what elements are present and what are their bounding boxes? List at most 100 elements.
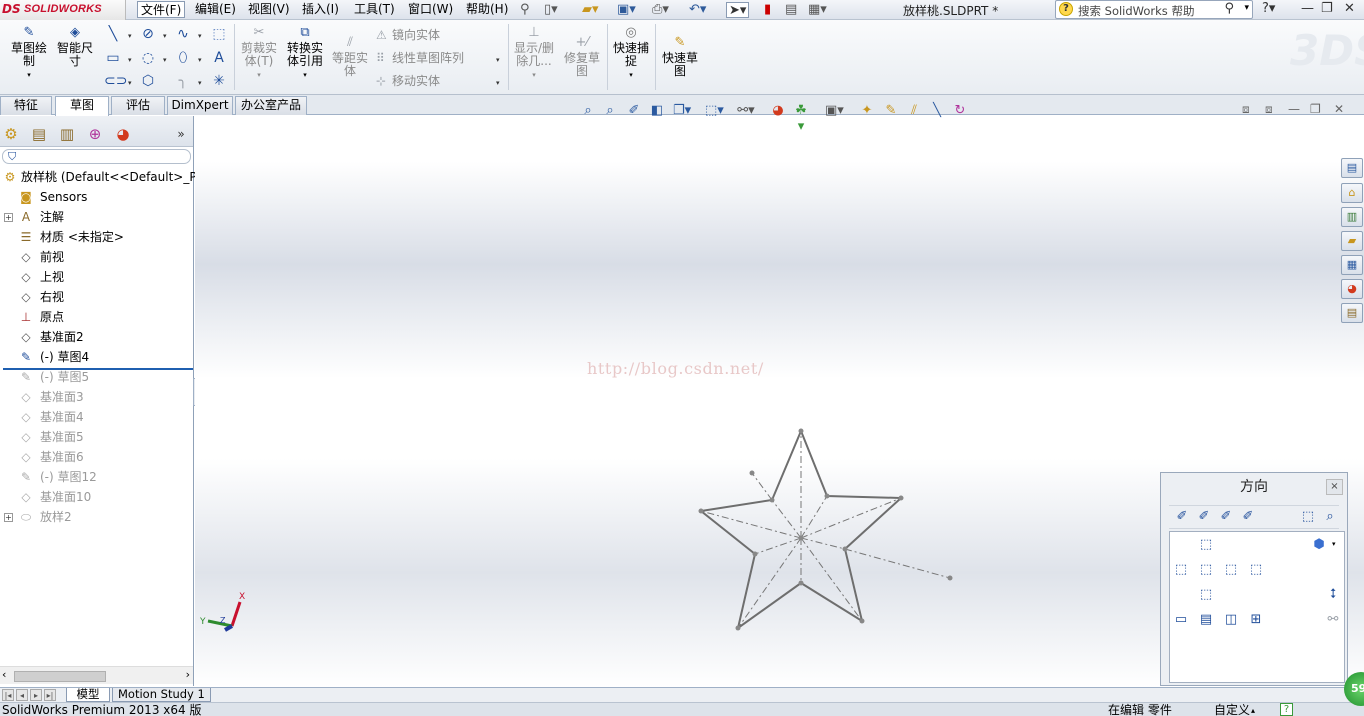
configuration-manager-tab-icon[interactable]: ▥ xyxy=(56,122,78,144)
units-custom[interactable]: 自定义 xyxy=(1214,703,1250,716)
display-delete-relations-button[interactable]: ⊥ 显示/删 除几... ▾ xyxy=(512,26,556,82)
slot-icon[interactable]: ⊂⊃ xyxy=(104,72,127,90)
pin-icon[interactable]: ⚲ xyxy=(520,2,530,18)
linear-pattern-button[interactable]: ⠿ 线性草图阵列 xyxy=(376,50,464,66)
repair-sketch-button[interactable]: +⁄ 修复草 图 xyxy=(561,36,603,78)
chevron-down-icon[interactable]: ▾ xyxy=(198,32,202,40)
update-standard-views-icon[interactable]: ✐ xyxy=(1217,508,1235,526)
menu-view[interactable]: 视图(V) xyxy=(245,1,293,18)
chevron-down-icon[interactable]: ▾ xyxy=(163,56,167,64)
expand-icon[interactable]: + xyxy=(4,513,13,522)
ellipse-icon[interactable]: ⬯ xyxy=(174,49,192,67)
dimxpert-manager-tab-icon[interactable]: ⊕ xyxy=(84,122,106,144)
feature-tree-scrollbar[interactable]: ‹ › xyxy=(0,666,193,684)
rectangle-icon[interactable]: ▭ xyxy=(104,49,122,67)
back-view-icon[interactable]: ⬚ xyxy=(1247,561,1265,579)
mirror-entities-button[interactable]: ⚠ 镜向实体 xyxy=(376,27,440,43)
two-view-horizontal-icon[interactable]: ▤ xyxy=(1197,611,1215,629)
display-manager-tab-icon[interactable]: ◕ xyxy=(112,122,134,144)
close-icon[interactable]: × xyxy=(1326,479,1343,495)
doc-close-icon[interactable]: ✕ xyxy=(1334,102,1344,116)
restore-icon[interactable]: ❐ xyxy=(1321,1,1333,17)
normal-to-icon[interactable]: ⭥ xyxy=(1324,586,1342,604)
viewport-tile-vertical-icon[interactable]: ⧈ xyxy=(1265,102,1273,117)
tab-motion-study[interactable]: Motion Study 1 xyxy=(112,688,211,702)
view-palette-icon[interactable]: ▦ xyxy=(1341,255,1363,275)
chevron-up-icon[interactable]: ▴ xyxy=(1251,704,1255,716)
rapid-sketch-button[interactable]: ✎ 快速草 图 xyxy=(658,36,702,78)
chevron-down-icon[interactable]: ▾ xyxy=(1244,3,1249,13)
zoom-to-selection-icon[interactable]: ⌕ xyxy=(1321,508,1339,526)
appearances-icon[interactable]: ◕ xyxy=(1341,279,1363,299)
chevron-down-icon[interactable]: ▾ xyxy=(128,32,132,40)
view-orientation-icon[interactable]: ❐▾ xyxy=(673,103,691,119)
feature-tree-filter[interactable]: ⛉ xyxy=(2,149,191,164)
tab-office-products[interactable]: 办公室产品 xyxy=(235,96,307,115)
link-views-icon[interactable]: ⚯ xyxy=(1324,611,1342,629)
edit-appearance-icon[interactable]: ◕ xyxy=(769,103,787,119)
offset-entities-button[interactable]: ⫽ 等距实 体 xyxy=(330,36,370,78)
chevron-down-icon[interactable]: ▾ xyxy=(198,79,202,87)
chevron-down-icon[interactable]: ▾ xyxy=(512,69,556,82)
chevron-down-icon[interactable]: ▾ xyxy=(8,69,50,82)
right-view-icon[interactable]: ⬚ xyxy=(1222,561,1240,579)
move-entities-button[interactable]: ⊹ 移动实体 xyxy=(376,73,440,89)
doc-restore-icon[interactable]: ❐ xyxy=(1310,102,1321,116)
chevron-down-icon[interactable]: ▾ xyxy=(163,32,167,40)
fillet-icon[interactable]: ╮ xyxy=(174,72,192,90)
isometric-view-icon[interactable]: ⬢ xyxy=(1310,536,1328,554)
sketch-edit-icon[interactable]: ✎ xyxy=(882,103,900,119)
view-cube-icon[interactable]: ⬚ xyxy=(1299,508,1317,526)
viewport-tile-horizontal-icon[interactable]: ⧈ xyxy=(1242,102,1250,117)
left-view-icon[interactable]: ⬚ xyxy=(1172,561,1190,579)
chevron-down-icon[interactable]: ▾ xyxy=(610,69,652,82)
menu-tools[interactable]: 工具(T) xyxy=(351,1,398,18)
scroll-left-icon[interactable]: ‹ xyxy=(2,668,6,681)
display-style-icon[interactable]: ⬚▾ xyxy=(705,103,724,119)
first-tab-icon[interactable]: |◂ xyxy=(2,689,14,701)
two-view-vertical-icon[interactable]: ◫ xyxy=(1222,611,1240,629)
circle-icon[interactable]: ⊘ xyxy=(139,25,157,43)
trim-entities-button[interactable]: ✂ 剪裁实 体(T) ▾ xyxy=(238,26,280,82)
help-menu-icon[interactable]: ?▾ xyxy=(1262,1,1275,17)
hide-show-items-icon[interactable]: ⚯▾ xyxy=(737,103,755,119)
options-icon[interactable]: ▦▾ xyxy=(808,2,827,18)
arc-icon[interactable]: ◌ xyxy=(139,49,157,67)
apply-scene-icon[interactable]: ☘▾ xyxy=(792,103,810,134)
previous-view-icon[interactable]: ✐ xyxy=(625,103,643,119)
polygon-icon[interactable]: ⬡ xyxy=(139,72,157,90)
file-properties-icon[interactable]: ▤ xyxy=(785,2,797,18)
quick-snaps-button[interactable]: ◎ 快速捕 捉 ▾ xyxy=(610,26,652,82)
construction-grid-icon[interactable]: ⬚ xyxy=(210,25,228,43)
expand-tabs-icon[interactable]: » xyxy=(170,122,192,144)
doc-minimize-icon[interactable]: — xyxy=(1288,102,1300,116)
chevron-down-icon[interactable]: ▾ xyxy=(496,56,500,64)
tab-features[interactable]: 特征 xyxy=(0,96,52,115)
smart-dimension-button[interactable]: ◈ 智能尺 寸 xyxy=(54,26,96,68)
select-pointer-icon[interactable]: ➤▾ xyxy=(726,2,750,18)
chevron-down-icon[interactable]: ▾ xyxy=(198,56,202,64)
sketch-text-icon[interactable]: A xyxy=(210,49,228,67)
new-view-icon[interactable]: ✐ xyxy=(1195,508,1213,526)
tab-evaluate[interactable]: 评估 xyxy=(111,96,165,115)
undo-icon[interactable]: ↶▾ xyxy=(689,2,706,18)
expand-icon[interactable]: + xyxy=(4,213,13,222)
chevron-down-icon[interactable]: ▾ xyxy=(128,56,132,64)
chevron-down-icon[interactable]: ▾ xyxy=(238,69,280,82)
point-icon[interactable]: ✳ xyxy=(210,72,228,90)
search-icon[interactable]: ⚲ xyxy=(1224,1,1234,16)
new-document-icon[interactable]: ▯▾ xyxy=(544,2,558,18)
last-tab-icon[interactable]: ▸| xyxy=(44,689,56,701)
four-view-icon[interactable]: ⊞ xyxy=(1247,611,1265,629)
tab-model[interactable]: 模型 xyxy=(66,688,110,702)
convert-entities-button[interactable]: ⧉ 转换实 体引用 ▾ xyxy=(284,26,326,82)
close-icon[interactable]: ✕ xyxy=(1344,1,1355,17)
scrollbar-thumb[interactable] xyxy=(14,671,106,682)
open-folder-icon[interactable]: ▰▾ xyxy=(582,2,599,18)
zoom-to-fit-icon[interactable]: ⌕ xyxy=(579,103,597,119)
menu-edit[interactable]: 编辑(E) xyxy=(192,1,239,18)
feature-tree-tab-icon[interactable]: ⚙ xyxy=(0,122,22,144)
prev-tab-icon[interactable]: ◂ xyxy=(16,689,28,701)
help-search-box[interactable]: ? 搜索 SolidWorks 帮助 ⚲ ▾ xyxy=(1055,0,1253,19)
exit-sketch-icon[interactable]: ↻ xyxy=(951,103,969,119)
